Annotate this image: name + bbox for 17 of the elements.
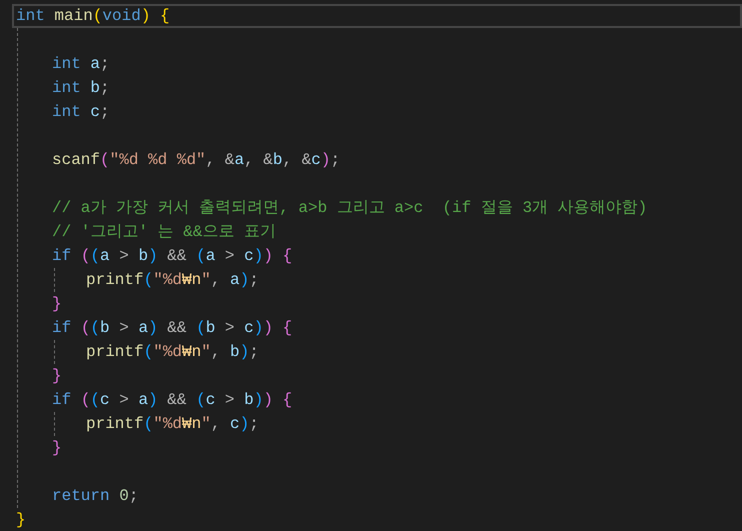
code-line: } [52, 438, 63, 459]
code-line: int c; [52, 102, 111, 123]
code-line: if ((c > a) && (c > b)) { [52, 390, 294, 411]
code-line: return 0; [52, 486, 140, 507]
code-line: int b; [52, 78, 111, 99]
code-line: printf("%d₩n", c); [86, 414, 260, 435]
code-line: scanf("%d %d %d", &a, &b, &c); [52, 150, 342, 171]
code-line: printf("%d₩n", a); [86, 270, 260, 291]
code-line: if ((a > b) && (a > c)) { [52, 246, 294, 267]
code-line: int a; [52, 54, 111, 75]
code-line: printf("%d₩n", b); [86, 342, 260, 363]
code-line: } [52, 366, 63, 387]
code-line: } [52, 294, 63, 315]
code-line: // a가 가장 커서 출력되려면, a>b 그리고 a>c (if 절을 3개 사용해야함) [52, 198, 648, 219]
code-line: } [15, 510, 27, 531]
code-line: // '그리고' 는 &&으로 표기 [52, 222, 278, 243]
code-line: if ((b > a) && (b > c)) { [52, 318, 294, 339]
